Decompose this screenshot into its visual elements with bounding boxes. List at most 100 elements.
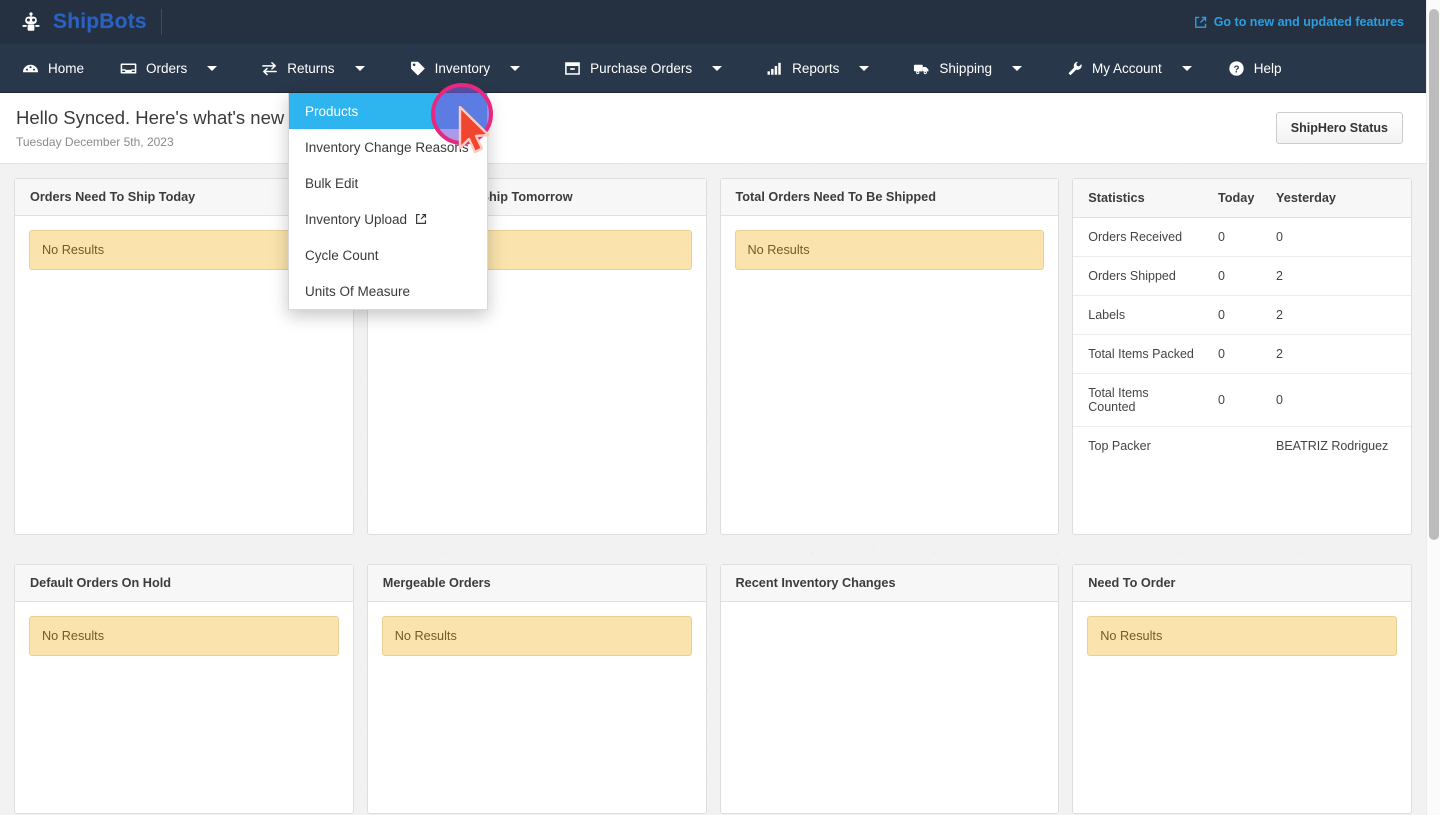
- card-body: No Results: [368, 602, 706, 670]
- price-tag-icon: [410, 61, 425, 76]
- nav-item-returns[interactable]: Returns: [247, 44, 348, 93]
- dropdown-item-label: Inventory Change Reasons: [305, 139, 469, 155]
- stat-today: 0: [1208, 256, 1266, 296]
- dropdown-item-products[interactable]: Products: [289, 93, 487, 129]
- nav-caret-my-account[interactable]: [1181, 66, 1192, 71]
- card-title: Need To Order: [1073, 565, 1411, 602]
- card-total-orders-need-to-be-shipped: Total Orders Need To Be Shipped No Resul…: [719, 178, 1060, 535]
- stat-yesterday: 0: [1266, 217, 1411, 257]
- new-features-link[interactable]: Go to new and updated features: [1194, 15, 1404, 29]
- dropdown-item-bulk-edit[interactable]: Bulk Edit: [289, 165, 487, 201]
- nav-item-shipping[interactable]: Shipping: [899, 44, 1006, 93]
- dashboard-gauge-icon: [22, 64, 39, 73]
- page-scrollbar-thumb[interactable]: [1429, 9, 1439, 540]
- card-title: Default Orders On Hold: [15, 565, 353, 602]
- nav-item-purchase-orders[interactable]: Purchase Orders: [550, 44, 706, 93]
- nav-item-reports[interactable]: Reports: [752, 44, 853, 93]
- dropdown-item-inventory-change-reasons[interactable]: Inventory Change Reasons: [289, 129, 487, 165]
- dropdown-item-label: Products: [305, 103, 359, 119]
- stat-yesterday: 2: [1266, 334, 1411, 374]
- nav-label-inventory: Inventory: [434, 61, 491, 76]
- nav-item-inventory[interactable]: Inventory: [395, 44, 505, 93]
- stat-today: [1208, 427, 1266, 466]
- dropdown-item-units-of-measure[interactable]: Units Of Measure: [289, 273, 487, 309]
- card-recent-inventory-changes: Recent Inventory Changes: [719, 564, 1060, 814]
- stat-label: Total Items Counted: [1073, 373, 1208, 427]
- nav-caret-returns[interactable]: [354, 66, 365, 71]
- exchange-arrows-icon: [262, 62, 278, 76]
- dropdown-item-label: Cycle Count: [305, 247, 379, 263]
- nav-caret-orders[interactable]: [207, 66, 218, 71]
- stat-yesterday: 2: [1266, 295, 1411, 335]
- card-mergeable-orders: Mergeable Orders No Results: [366, 564, 707, 814]
- nav-label-purchase-orders: Purchase Orders: [590, 61, 693, 76]
- card-need-to-order: Need To Order No Results: [1072, 564, 1412, 814]
- brand-name: ShipBots: [53, 10, 147, 33]
- external-link-icon: [1194, 16, 1206, 28]
- dropdown-item-cycle-count[interactable]: Cycle Count: [289, 237, 487, 273]
- nav-label-my-account: My Account: [1091, 61, 1162, 76]
- bar-chart-icon: [767, 62, 781, 75]
- nav-group-inventory: Inventory: [387, 44, 543, 93]
- table-header-row: Statistics Today Yesterday: [1073, 179, 1411, 218]
- card-title: Recent Inventory Changes: [720, 565, 1059, 602]
- nav-group-reports: Reports: [744, 44, 891, 93]
- card-body: No Results: [15, 602, 353, 670]
- statistics-table: Statistics Today Yesterday Orders Receiv…: [1073, 179, 1411, 465]
- stat-label: Total Items Packed: [1073, 334, 1208, 374]
- stat-today: 0: [1208, 295, 1266, 335]
- external-link-icon: [416, 213, 427, 224]
- svg-text:?: ?: [1233, 64, 1239, 75]
- shiphero-status-button[interactable]: ShipHero Status: [1275, 112, 1403, 144]
- dropdown-item-inventory-upload[interactable]: Inventory Upload: [289, 201, 487, 237]
- delivery-truck-icon: [914, 64, 929, 75]
- dashboard-row-1: Orders Need To Ship Today No Results Ord…: [14, 178, 1412, 535]
- card-body: No Results: [1073, 602, 1411, 670]
- dashboard-grid: Orders Need To Ship Today No Results Ord…: [0, 178, 1426, 815]
- nav-label-help: Help: [1253, 61, 1282, 76]
- dropdown-item-label: Inventory Upload: [305, 211, 408, 227]
- nav-label-returns: Returns: [287, 61, 335, 76]
- inventory-dropdown-menu: Products Inventory Change Reasons Bulk E…: [288, 93, 488, 310]
- nav-item-help[interactable]: ? Help: [1214, 44, 1296, 93]
- new-features-link-label: Go to new and updated features: [1213, 15, 1404, 29]
- col-header-statistics: Statistics: [1073, 179, 1208, 218]
- page-scrollbar-track[interactable]: [1426, 0, 1440, 815]
- table-row: Labels 0 2: [1073, 295, 1411, 335]
- nav-group-purchase-orders: Purchase Orders: [542, 44, 744, 93]
- shipbots-robot-icon: [22, 12, 40, 31]
- table-row: Orders Shipped 0 2: [1073, 256, 1411, 296]
- dashboard-row-2: Default Orders On Hold No Results Mergea…: [14, 564, 1412, 814]
- dropdown-item-label: Units Of Measure: [305, 283, 411, 299]
- stat-yesterday: 0: [1266, 373, 1411, 427]
- no-results-banner: No Results: [381, 616, 692, 656]
- wrench-icon: [1068, 61, 1082, 76]
- no-results-banner: No Results: [1087, 616, 1397, 656]
- brand-logo-group[interactable]: ShipBots: [18, 9, 147, 35]
- archive-box-icon: [565, 62, 580, 75]
- stat-label: Top Packer: [1088, 439, 1151, 453]
- card-body: [721, 602, 1059, 630]
- nav-item-home[interactable]: Home: [8, 44, 98, 93]
- nav-label-orders: Orders: [146, 61, 188, 76]
- nav-caret-inventory[interactable]: [510, 66, 521, 71]
- no-results-banner: No Results: [734, 230, 1045, 270]
- nav-caret-reports[interactable]: [859, 66, 870, 71]
- brand-divider: [160, 9, 162, 35]
- nav-caret-shipping[interactable]: [1011, 66, 1022, 71]
- question-circle-icon: ?: [1229, 61, 1244, 76]
- col-header-yesterday: Yesterday: [1266, 179, 1411, 218]
- stat-yesterday: 2: [1266, 256, 1411, 296]
- nav-group-my-account: My Account: [1044, 44, 1214, 93]
- col-header-today: Today: [1208, 179, 1266, 218]
- nav-group-orders: Orders: [98, 44, 239, 93]
- nav-group-shipping: Shipping: [891, 44, 1044, 93]
- dropdown-item-label: Bulk Edit: [305, 175, 359, 191]
- nav-item-my-account[interactable]: My Account: [1052, 44, 1176, 93]
- card-default-orders-on-hold: Default Orders On Hold No Results: [14, 564, 354, 814]
- stat-label: Orders Received: [1073, 217, 1208, 257]
- card-body: No Results: [721, 216, 1059, 284]
- stat-today: 0: [1208, 217, 1266, 257]
- nav-item-orders[interactable]: Orders: [106, 44, 201, 93]
- nav-caret-purchase-orders[interactable]: [712, 66, 723, 71]
